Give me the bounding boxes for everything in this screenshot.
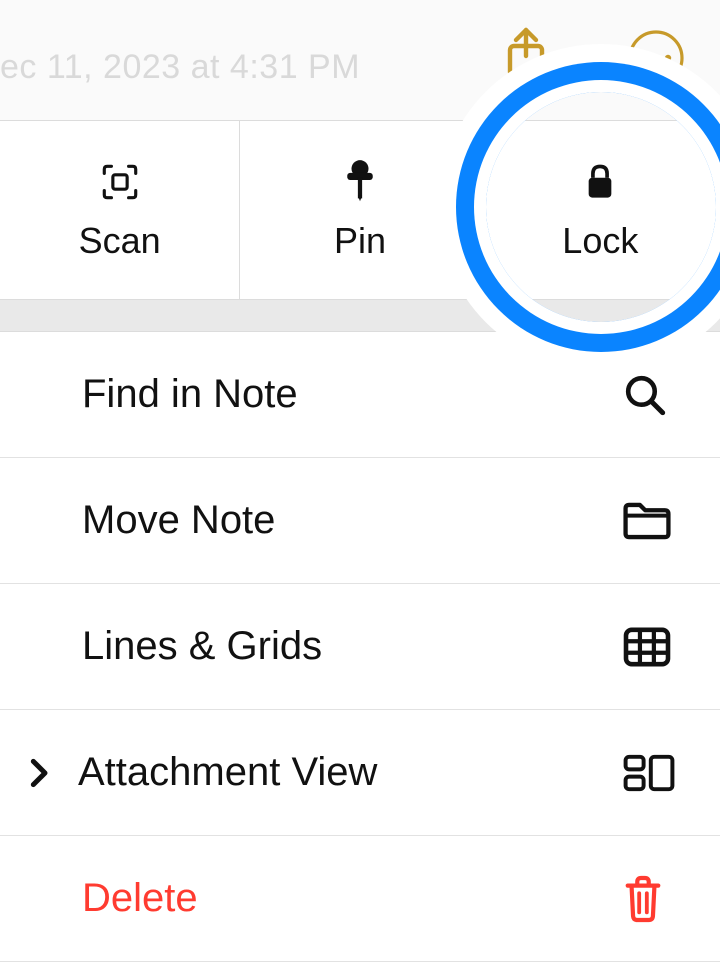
lock-icon	[583, 158, 617, 202]
menu-item-move-note[interactable]: Move Note	[0, 458, 720, 584]
section-divider	[0, 300, 720, 332]
menu-item-lines-grids[interactable]: Lines & Grids	[0, 584, 720, 710]
pin-label: Pin	[334, 220, 386, 262]
grid-icon	[622, 626, 674, 668]
menu-item-find-in-note[interactable]: Find in Note	[0, 332, 720, 458]
pin-icon	[343, 158, 377, 202]
menu-item-label: Move Note	[82, 498, 622, 543]
toolbar: ec 11, 2023 at 4:31 PM	[0, 0, 720, 120]
search-icon	[622, 372, 674, 418]
menu-item-attachment-view[interactable]: Attachment View	[0, 710, 720, 836]
quick-actions-row: Scan Pin Lock	[0, 120, 720, 300]
menu-item-label: Lines & Grids	[82, 624, 622, 669]
chevron-right-icon	[30, 758, 78, 788]
lock-button[interactable]: Lock	[481, 121, 720, 299]
ellipsis-circle-icon	[626, 28, 686, 88]
folder-icon	[622, 501, 674, 541]
scan-icon	[100, 158, 140, 202]
note-timestamp: ec 11, 2023 at 4:31 PM	[0, 48, 360, 87]
trash-icon	[622, 874, 674, 924]
menu-item-label: Delete	[82, 876, 622, 921]
pin-button[interactable]: Pin	[240, 121, 480, 299]
menu-item-label: Find in Note	[82, 372, 622, 417]
menu-item-delete[interactable]: Delete	[0, 836, 720, 962]
share-icon	[502, 26, 550, 82]
options-menu: Find in Note Move Note Lines & Grids	[0, 332, 720, 962]
scan-button[interactable]: Scan	[0, 121, 240, 299]
menu-item-label: Attachment View	[78, 750, 622, 795]
more-button[interactable]	[626, 28, 686, 88]
scan-label: Scan	[79, 220, 161, 262]
share-button[interactable]	[502, 26, 550, 82]
attachment-view-icon	[622, 753, 674, 793]
lock-label: Lock	[562, 220, 638, 262]
